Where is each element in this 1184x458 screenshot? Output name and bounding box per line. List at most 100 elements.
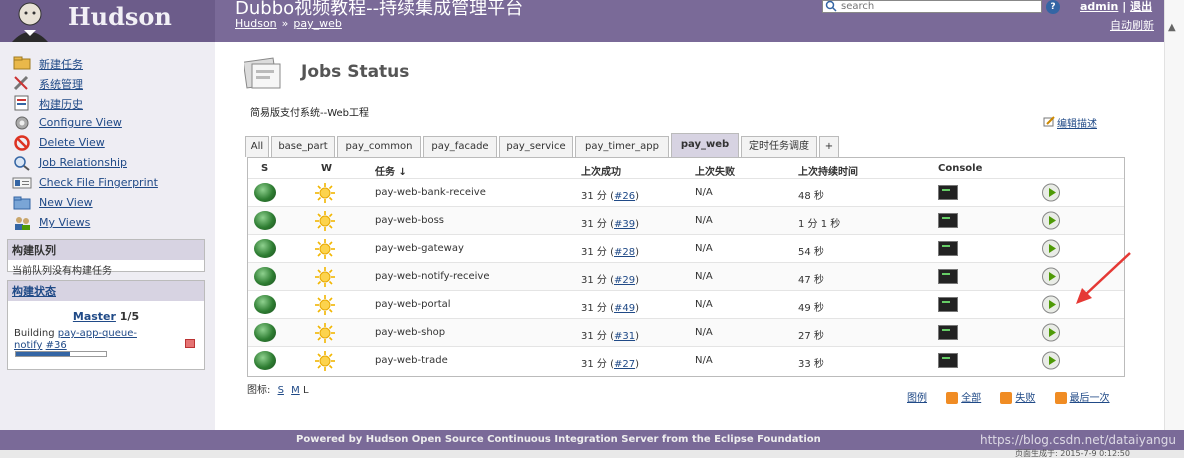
sidebar-item-job-relationship[interactable]: Job Relationship: [12, 155, 207, 171]
login-separator: |: [1122, 0, 1127, 13]
logout-link[interactable]: 退出: [1130, 0, 1152, 13]
icon-size-m[interactable]: M: [291, 385, 300, 396]
tab-pay-facade[interactable]: pay_facade: [423, 136, 497, 157]
last-success-build-link[interactable]: #26: [614, 191, 635, 202]
manage-icon: [13, 75, 29, 91]
column-header-last-success[interactable]: 上次成功: [581, 163, 621, 178]
job-name-link[interactable]: pay-web-boss: [375, 215, 444, 226]
stop-build-icon[interactable]: [185, 339, 195, 348]
sunny-weather-icon: [315, 295, 335, 315]
job-name-link[interactable]: pay-web-trade: [375, 355, 448, 366]
schedule-build-icon[interactable]: [1041, 211, 1062, 230]
sidebar-item-history[interactable]: 构建历史: [12, 95, 207, 111]
console-icon[interactable]: [938, 353, 958, 368]
history-icon: [14, 95, 29, 111]
sidebar-item-label[interactable]: Delete View: [39, 136, 105, 149]
console-icon[interactable]: [938, 213, 958, 228]
page-generated-text: 页面生成于: 2015-7-9 0:12:50: [1015, 449, 1130, 458]
console-icon[interactable]: [938, 185, 958, 200]
sidebar-item-label[interactable]: Job Relationship: [39, 156, 127, 169]
edit-description-label[interactable]: 编辑描述: [1057, 119, 1097, 130]
job-name-link[interactable]: pay-web-shop: [375, 327, 445, 338]
help-icon[interactable]: ?: [1046, 0, 1060, 14]
column-header-job[interactable]: 任务 ↓: [375, 163, 407, 178]
legend-link[interactable]: 图例: [907, 393, 927, 404]
schedule-build-icon[interactable]: [1041, 295, 1062, 314]
last-success-build-link[interactable]: #49: [614, 303, 635, 314]
job-name-link[interactable]: pay-web-gateway: [375, 243, 464, 254]
header-bar: Hudson Dubbo视频教程--持续集成管理平台 Hudson» pay_we…: [0, 0, 1184, 42]
console-icon[interactable]: [938, 297, 958, 312]
build-executor-title-link[interactable]: 构建状态: [12, 283, 200, 299]
schedule-build-icon[interactable]: [1041, 239, 1062, 258]
rss-failed-link[interactable]: 失败: [1015, 393, 1035, 404]
schedule-build-icon[interactable]: [1041, 267, 1062, 286]
schedule-build-icon[interactable]: [1041, 323, 1062, 342]
rss-latest-link[interactable]: 最后一次: [1070, 393, 1110, 404]
scrollbar[interactable]: [1164, 0, 1184, 430]
sidebar-item-label[interactable]: 系统管理: [39, 76, 83, 92]
tab-pay-web[interactable]: pay_web: [671, 133, 739, 157]
breadcrumb-hudson[interactable]: Hudson: [235, 17, 277, 30]
sidebar-item-new-view[interactable]: New View: [12, 195, 207, 211]
watermark: https://blog.csdn.net/dataiyangu: [980, 433, 1177, 447]
sidebar-item-label[interactable]: 构建历史: [39, 96, 83, 112]
rss-icon: [946, 392, 959, 404]
job-row: pay-web-trade 31 分 (#27) N/A 33 秒: [248, 346, 1124, 374]
schedule-build-icon[interactable]: [1041, 351, 1062, 370]
sidebar-item-label[interactable]: My Views: [39, 216, 90, 229]
console-icon[interactable]: [938, 325, 958, 340]
sunny-weather-icon: [315, 351, 335, 371]
hudson-logo[interactable]: Hudson: [0, 0, 215, 42]
job-name-link[interactable]: pay-web-notify-receive: [375, 271, 490, 282]
last-success-build-link[interactable]: #39: [614, 219, 635, 230]
sidebar-item-label[interactable]: 新建任务: [39, 56, 83, 72]
sidebar-item-my-views[interactable]: My Views: [12, 215, 207, 231]
last-success-build-link[interactable]: #29: [614, 275, 635, 286]
master-label: Master 1/5: [8, 310, 204, 323]
column-header-last-failure[interactable]: 上次失败: [695, 163, 735, 178]
sidebar-item-label[interactable]: Configure View: [39, 116, 122, 129]
tab-pay-timer-app[interactable]: pay_timer_app: [575, 136, 669, 157]
last-duration-cell: 49 秒: [798, 303, 824, 314]
tab-scheduled-tasks[interactable]: 定时任务调度: [741, 136, 817, 157]
last-success-cell: 31 分 (#49): [581, 303, 640, 314]
tab-pay-service[interactable]: pay_service: [499, 136, 573, 157]
sidebar-item-delete-view[interactable]: Delete View: [12, 135, 207, 151]
tab-add-view[interactable]: +: [819, 136, 839, 157]
scroll-up-icon[interactable]: ▲: [1168, 22, 1176, 33]
breadcrumb-pay-web[interactable]: pay_web: [293, 17, 341, 30]
last-success-build-link[interactable]: #31: [614, 331, 635, 342]
sidebar-item-new-job[interactable]: 新建任务: [12, 55, 207, 71]
admin-link[interactable]: admin: [1080, 0, 1118, 13]
master-count: 1/5: [119, 310, 140, 323]
icon-size-s[interactable]: S: [278, 385, 284, 396]
console-icon[interactable]: [938, 241, 958, 256]
view-description: 简易版支付系统--Web工程: [250, 108, 370, 119]
edit-description-link[interactable]: 编辑描述: [1043, 115, 1097, 130]
tab-base-part[interactable]: base_part: [271, 136, 335, 157]
building-number-link[interactable]: #36: [46, 340, 67, 351]
last-success-build-link[interactable]: #28: [614, 247, 635, 258]
sidebar-item-configure-view[interactable]: Configure View: [12, 115, 207, 131]
job-row: pay-web-shop 31 分 (#31) N/A 27 秒: [248, 318, 1124, 346]
sidebar-item-label[interactable]: Check File Fingerprint: [39, 176, 158, 189]
sidebar-item-manage[interactable]: 系统管理: [12, 75, 207, 91]
sidebar-item-check-fingerprint[interactable]: Check File Fingerprint: [12, 175, 207, 191]
sidebar-item-label[interactable]: New View: [39, 196, 93, 209]
tab-all[interactable]: All: [245, 136, 269, 157]
master-link[interactable]: Master: [73, 310, 116, 323]
auto-refresh-link[interactable]: 自动刷新: [1110, 17, 1154, 33]
job-row: pay-web-gateway 31 分 (#28) N/A 54 秒: [248, 234, 1124, 262]
edit-icon: [1043, 116, 1055, 127]
rss-all-link[interactable]: 全部: [961, 393, 981, 404]
tab-pay-common[interactable]: pay_common: [337, 136, 421, 157]
last-success-build-link[interactable]: #27: [614, 359, 635, 370]
job-name-link[interactable]: pay-web-bank-receive: [375, 187, 486, 198]
job-name-link[interactable]: pay-web-portal: [375, 299, 451, 310]
console-icon[interactable]: [938, 269, 958, 284]
column-header-last-duration[interactable]: 上次持续时间: [798, 163, 858, 178]
jobs-status-icon: [244, 57, 281, 89]
schedule-build-icon[interactable]: [1041, 183, 1062, 202]
search-input[interactable]: [822, 0, 1042, 13]
